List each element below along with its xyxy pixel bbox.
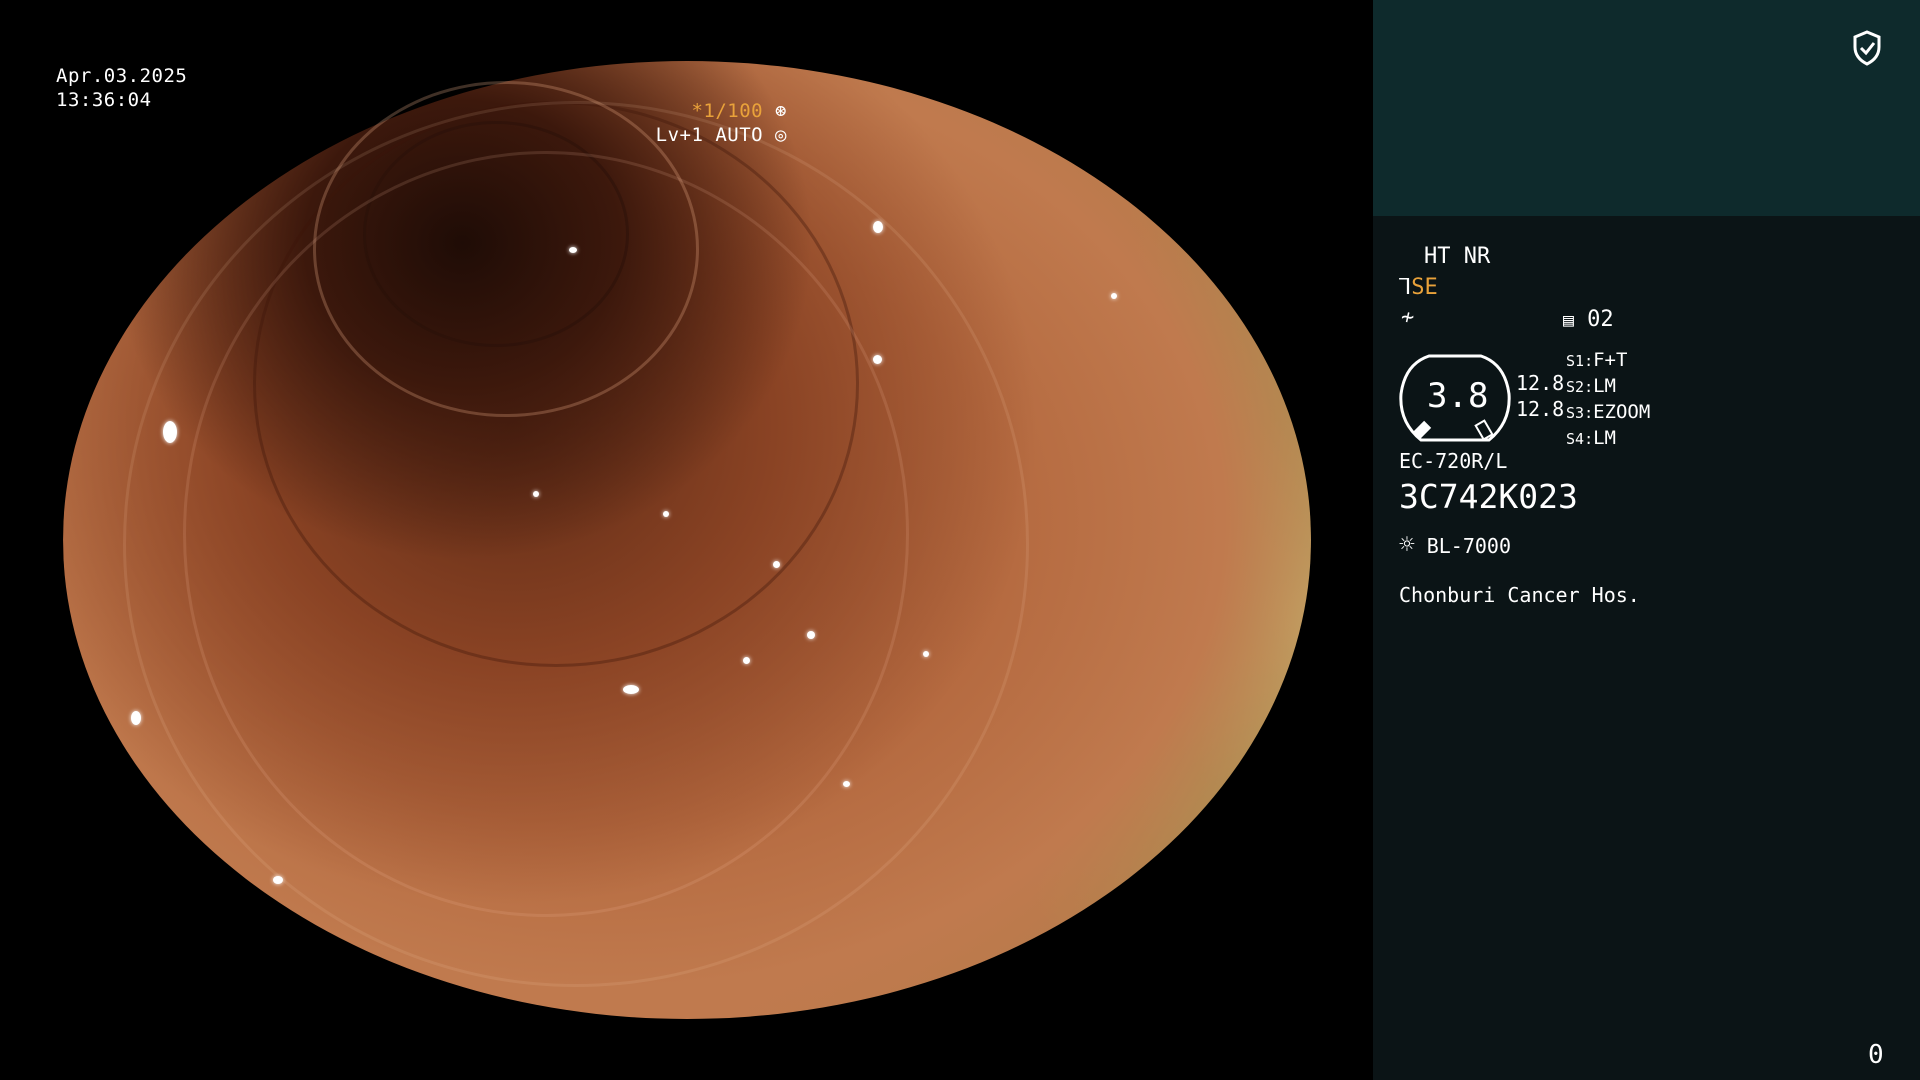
switch-value: F+T	[1593, 349, 1628, 371]
switch-row: S3:EZOOM	[1566, 401, 1651, 423]
switch-list: S1:F+T S2:LM S3:EZOOM S4:LM	[1566, 348, 1650, 452]
shutter-row: *1/100 ⊛	[656, 99, 787, 123]
iris-icon: ◎	[775, 124, 787, 146]
time-label: 13:36:04	[56, 89, 152, 111]
endoscope-video-area: Apr.03.2025 13:36:04 *1/100 ⊛ Lv+1 AUTO …	[0, 0, 1373, 1080]
scope-serial: 3C742K023	[1399, 477, 1578, 516]
record-number: 02	[1587, 307, 1614, 332]
switch-key: S3	[1566, 404, 1585, 422]
frame-counter: 0	[1868, 1040, 1884, 1070]
scope-tip-icon: ⅂	[1399, 275, 1412, 300]
aperture-icon: ⊛	[775, 100, 787, 122]
switch-key: S4	[1566, 430, 1585, 448]
switch-row: S1:F+T	[1566, 349, 1628, 371]
endoscope-image	[63, 61, 1311, 1019]
panel-header	[1373, 0, 1920, 216]
shutter-value: *1/100	[691, 100, 764, 122]
light-source-row: ☼ BL-7000	[1399, 532, 1511, 559]
record-row: ▤ 02	[1563, 307, 1614, 334]
light-source-icon: ☼	[1399, 530, 1415, 560]
switch-key: S2	[1566, 378, 1585, 396]
scope-model: EC-720R/L	[1399, 449, 1508, 473]
shield-check-icon	[1853, 30, 1881, 66]
level-row: Lv+1 AUTO ◎	[656, 123, 787, 147]
date-label: Apr.03.2025	[56, 65, 188, 87]
gauge-right-1: 12.8	[1516, 371, 1565, 395]
switch-value: EZOOM	[1593, 401, 1651, 423]
gauge-right-values: 12.8 12.8	[1516, 370, 1564, 422]
se-row: ⅂SE	[1399, 275, 1438, 301]
freeze-icon: ≁	[1401, 305, 1415, 330]
light-source-label: BL-7000	[1426, 534, 1511, 558]
gauge-right-2: 12.8	[1516, 397, 1565, 421]
mode-line: HT NR	[1424, 244, 1491, 269]
switch-value: LM	[1593, 375, 1616, 397]
switch-row: S2:LM	[1566, 375, 1616, 397]
se-label: SE	[1411, 275, 1438, 300]
date-time: Apr.03.2025 13:36:04	[56, 64, 187, 112]
hospital-name: Chonburi Cancer Hos.	[1399, 583, 1640, 607]
switch-key: S1	[1566, 352, 1585, 370]
level-value: Lv+1 AUTO	[655, 124, 764, 146]
switch-row: S4:LM	[1566, 427, 1616, 449]
exposure-info: *1/100 ⊛ Lv+1 AUTO ◎	[656, 99, 787, 147]
record-icon: ▤	[1563, 310, 1574, 331]
switch-value: LM	[1593, 427, 1616, 449]
gauge-value: 3.8	[1427, 376, 1489, 416]
